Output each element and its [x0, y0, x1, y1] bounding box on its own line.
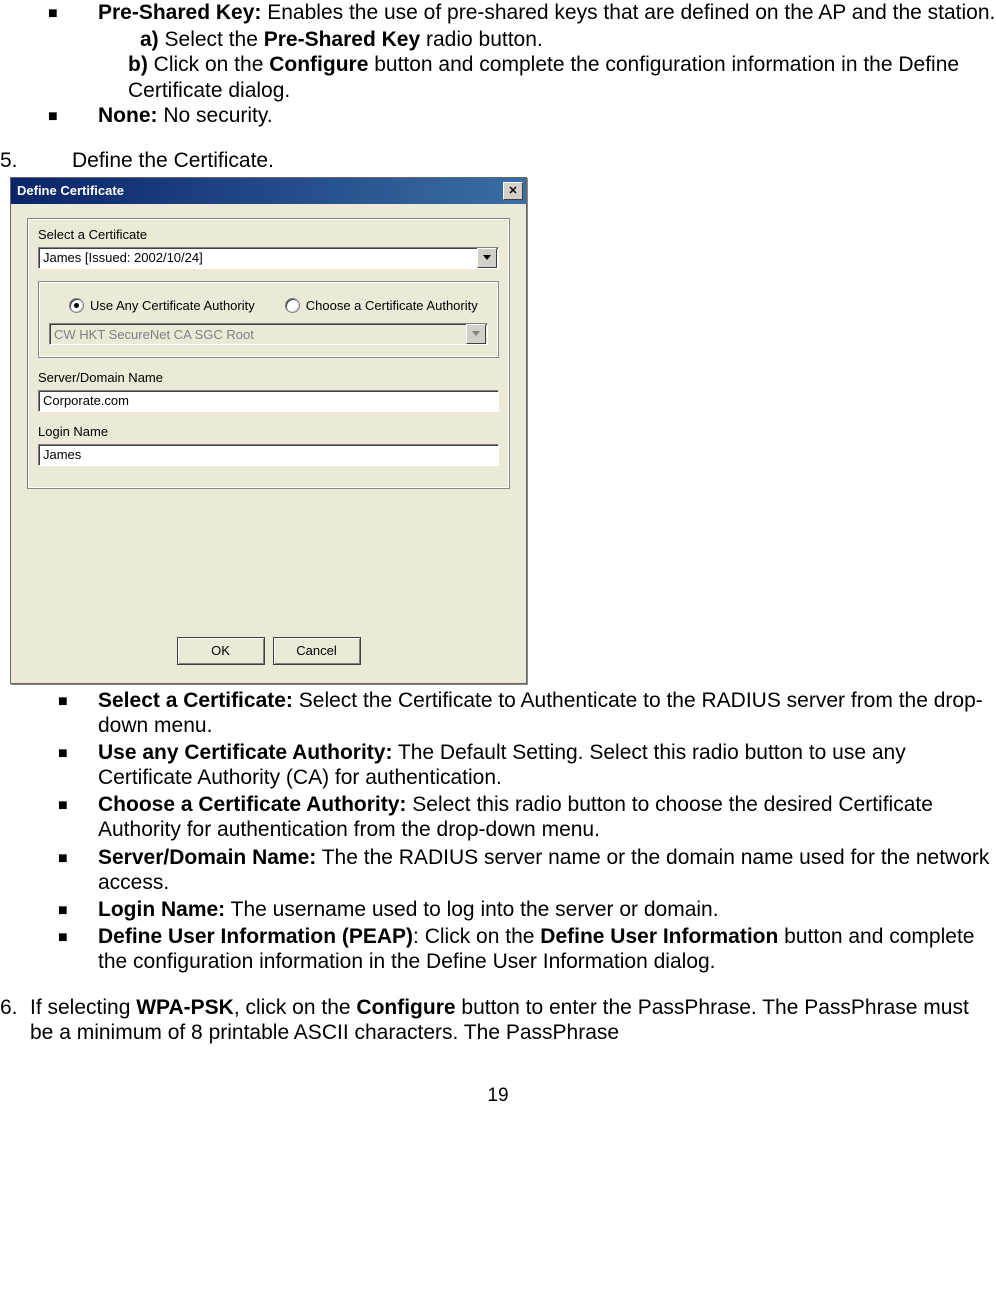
radio-any-label: Use Any Certificate Authority: [90, 298, 255, 314]
bullet-icon: ■: [58, 897, 98, 922]
select-cert-label: Select a Certificate: [38, 227, 499, 243]
chevron-down-icon: [477, 248, 497, 268]
radio-choose-label: Choose a Certificate Authority: [306, 298, 478, 314]
ca-dropdown: CW HKT SecureNet CA SGC Root: [49, 323, 488, 345]
bullet-icon: ■: [58, 924, 98, 974]
bullet-choose-ca: Choose a Certificate Authority: Select t…: [98, 792, 996, 842]
bullet-icon: ■: [58, 792, 98, 842]
radio-icon: [285, 298, 300, 313]
bullet-server-domain: Server/Domain Name: The the RADIUS serve…: [98, 845, 996, 895]
bullet-icon: ■: [58, 740, 98, 790]
step-5-number: 5.: [0, 148, 72, 173]
server-domain-value: Corporate.com: [43, 393, 129, 409]
psk-sub-b: b) Click on the Configure button and com…: [128, 52, 996, 102]
select-cert-dropdown[interactable]: James [Issued: 2002/10/24]: [38, 247, 499, 269]
cancel-button[interactable]: Cancel: [273, 637, 361, 665]
bullet-icon: ■: [48, 103, 98, 128]
server-domain-input[interactable]: Corporate.com: [38, 390, 499, 412]
page-number: 19: [0, 1085, 996, 1108]
ca-groupbox: Use Any Certificate Authority Choose a C…: [38, 281, 499, 359]
certificate-groupbox: Select a Certificate James [Issued: 2002…: [27, 218, 510, 488]
dialog-title: Define Certificate: [17, 183, 124, 199]
login-name-label: Login Name: [38, 424, 499, 440]
bullet-define-user-info: Define User Information (PEAP): Click on…: [98, 924, 996, 974]
none-bullet-text: None: No security.: [98, 103, 996, 128]
ok-button[interactable]: OK: [177, 637, 265, 665]
define-certificate-dialog: Define Certificate ✕ Select a Certificat…: [10, 177, 527, 683]
login-name-value: James: [43, 447, 81, 463]
bullet-icon: ■: [58, 688, 98, 738]
step-6-number: 6.: [0, 995, 30, 1045]
ca-value: CW HKT SecureNet CA SGC Root: [54, 327, 254, 343]
bullet-icon: ■: [58, 845, 98, 895]
login-name-input[interactable]: James: [38, 444, 499, 466]
select-cert-value: James [Issued: 2002/10/24]: [43, 250, 203, 266]
step-5-text: Define the Certificate.: [72, 148, 274, 173]
bullet-select-cert: Select a Certificate: Select the Certifi…: [98, 688, 996, 738]
radio-icon: [69, 298, 84, 313]
step-6-text: If selecting WPA-PSK, click on the Confi…: [30, 995, 996, 1045]
bullet-login-name: Login Name: The username used to log int…: [98, 897, 996, 922]
close-button[interactable]: ✕: [503, 182, 523, 200]
radio-choose-ca[interactable]: Choose a Certificate Authority: [285, 298, 478, 314]
bullet-use-any-ca: Use any Certificate Authority: The Defau…: [98, 740, 996, 790]
psk-sub-a: a) Select the Pre-Shared Key radio butto…: [140, 27, 996, 52]
dialog-titlebar[interactable]: Define Certificate ✕: [11, 178, 526, 204]
close-icon: ✕: [508, 185, 517, 198]
bullet-icon: ■: [48, 0, 98, 25]
radio-use-any-ca[interactable]: Use Any Certificate Authority: [69, 298, 255, 314]
server-domain-label: Server/Domain Name: [38, 370, 499, 386]
chevron-down-icon: [466, 324, 486, 344]
psk-bullet-text: Pre-Shared Key: Enables the use of pre-s…: [98, 0, 996, 25]
